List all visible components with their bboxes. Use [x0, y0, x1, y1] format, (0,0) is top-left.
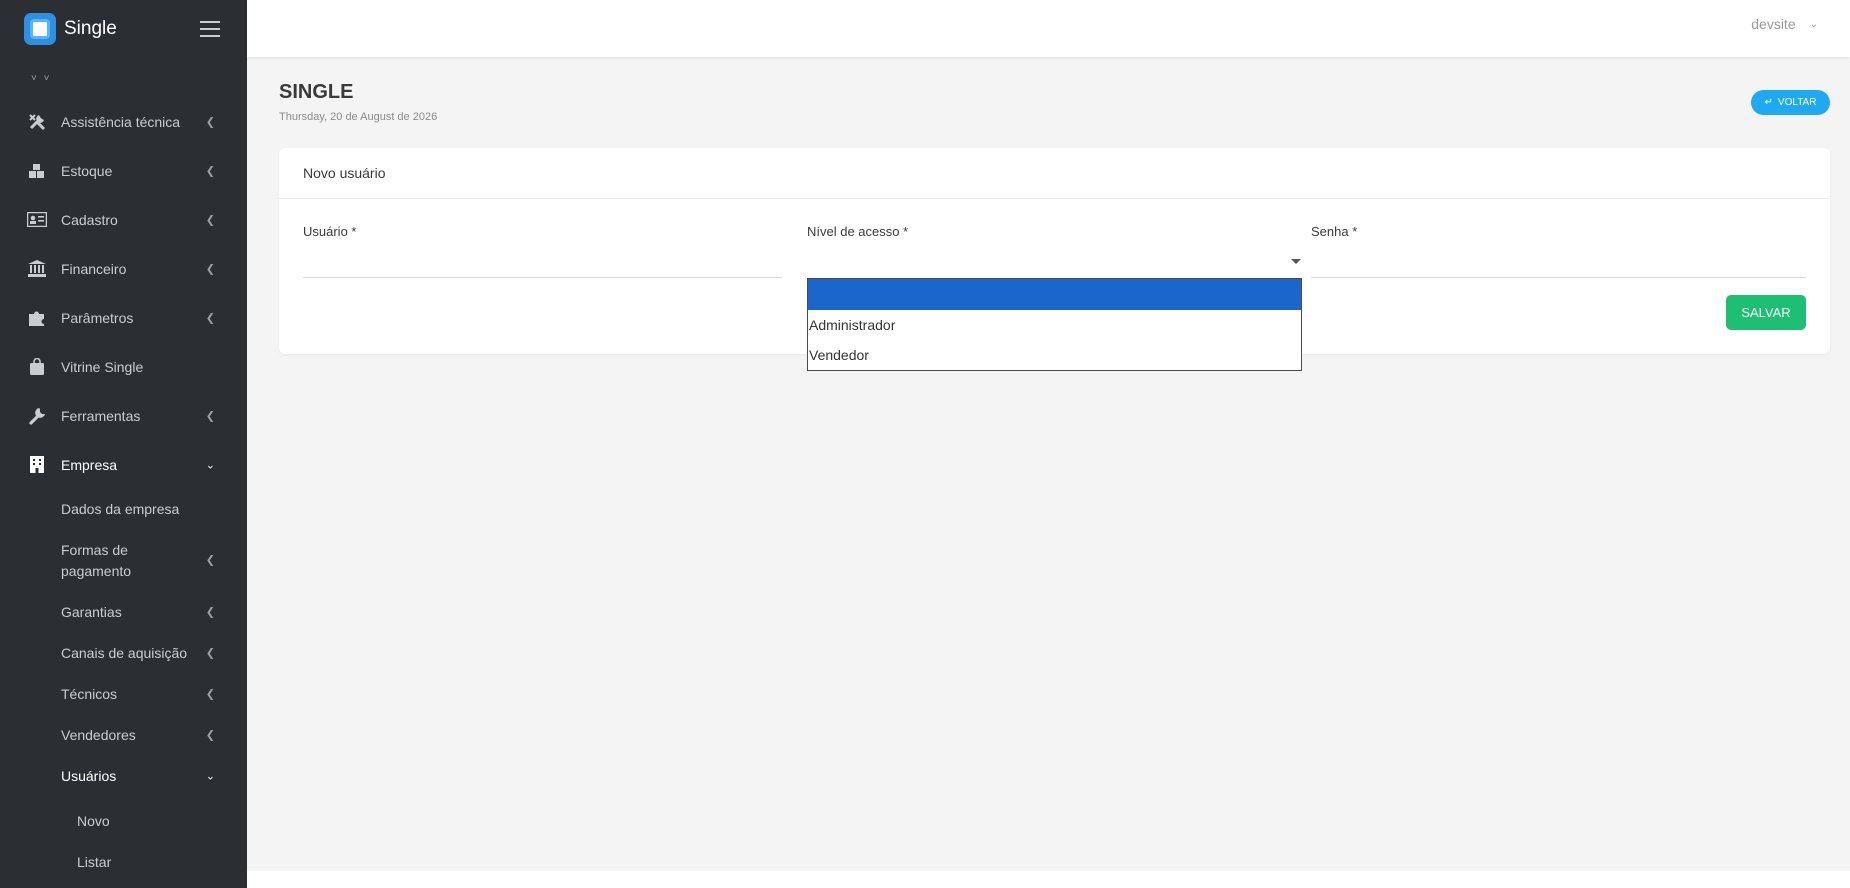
usuario-input[interactable]: [303, 244, 782, 278]
senha-input[interactable]: [1311, 244, 1806, 278]
submenu-empresa: Dados da empresa Formas de pagamento ❮ G…: [0, 489, 247, 882]
sidebar-item-dados-empresa[interactable]: Dados da empresa: [0, 489, 247, 530]
chevron-left-icon: ❮: [205, 606, 215, 618]
chevron-down-icon: ⌄: [205, 459, 215, 471]
usuario-label: Usuário *: [303, 224, 357, 239]
chevron-left-icon: ❮: [205, 554, 215, 567]
sidebar-menu: Assistência técnica ❮ Estoque ❮ Cadastro…: [0, 97, 247, 882]
sidebar-item-usuarios-novo[interactable]: Novo: [0, 800, 247, 841]
sidebar-item-label: Formas de pagamento: [61, 542, 132, 579]
senha-label: Senha *: [1311, 224, 1358, 239]
chevron-left-icon: ❮: [205, 688, 215, 700]
chevron-left-icon: ❮: [205, 116, 215, 128]
sidebar-item-label: Técnicos: [61, 686, 118, 702]
puzzle-icon: [27, 308, 47, 328]
sidebar-item-ferramentas[interactable]: Ferramentas ❮: [0, 391, 247, 440]
sidebar-item-formas-pagamento[interactable]: Formas de pagamento ❮: [0, 530, 247, 592]
sidebar-item-vitrine[interactable]: Vitrine Single: [0, 342, 247, 391]
sidebar-item-tecnicos[interactable]: Técnicos ❮: [0, 674, 247, 715]
tools-icon: [27, 112, 47, 132]
save-button[interactable]: SALVAR: [1726, 295, 1806, 330]
dropdown-option-administrador[interactable]: Administrador: [808, 310, 1301, 340]
sidebar-item-label: Vendedores: [61, 727, 136, 743]
chevron-left-icon: ❮: [205, 214, 215, 226]
sidebar-item-label: Empresa: [61, 456, 118, 473]
sidebar-item-empresa[interactable]: Empresa ⌄: [0, 440, 247, 489]
field-usuario: Usuário *: [303, 224, 782, 239]
nivel-acesso-label: Nível de acesso *: [807, 224, 909, 239]
chevron-left-icon: ❮: [205, 647, 215, 659]
footer: [247, 871, 1850, 888]
card-title: Novo usuário: [279, 148, 1830, 199]
page-date: Thursday, 20 de August de 2026: [279, 111, 438, 123]
return-arrow-icon: ↵: [1764, 97, 1773, 108]
sidebar-item-label: Ferramentas: [61, 407, 141, 424]
nivel-acesso-dropdown: Administrador Vendedor: [807, 278, 1302, 371]
sidebar-item-label: Cadastro: [61, 211, 118, 228]
caret-down-icon: [1291, 259, 1301, 264]
sidebar-item-estoque[interactable]: Estoque ❮: [0, 146, 247, 195]
nivel-acesso-select[interactable]: [807, 244, 1301, 278]
dropdown-option-empty[interactable]: [808, 279, 1301, 310]
sidebar-item-usuarios[interactable]: Usuários ⌄: [0, 756, 247, 797]
sidebar-item-label: Garantias: [61, 604, 122, 620]
back-button-label: VOLTAR: [1777, 97, 1817, 108]
hamburger-menu-icon[interactable]: [200, 21, 220, 37]
sidebar-item-parametros[interactable]: Parâmetros ❮: [0, 293, 247, 342]
topbar: devsite ⌄: [247, 0, 1850, 57]
sidebar-item-label: Assistência técnica: [61, 113, 181, 130]
shopping-bag-icon: [27, 357, 47, 377]
id-card-icon: [27, 210, 47, 230]
field-nivel-acesso: Nível de acesso *: [807, 224, 1301, 239]
back-button[interactable]: ↵ VOLTAR: [1751, 90, 1830, 115]
brand: Single: [0, 0, 247, 58]
app-name: Single: [64, 18, 117, 39]
sidebar-item-label: Canais de aquisição: [61, 645, 188, 661]
sidebar-item-financeiro[interactable]: Financeiro ❮: [0, 244, 247, 293]
sidebar-item-label: Listar: [77, 853, 112, 870]
chevron-left-icon: ❮: [205, 410, 215, 422]
sidebar-item-label: Estoque: [61, 162, 113, 179]
sidebar-item-assistencia[interactable]: Assistência técnica ❮: [0, 97, 247, 146]
sidebar-item-label: Usuários: [61, 768, 117, 784]
user-menu[interactable]: devsite ⌄: [1751, 16, 1818, 32]
chevron-down-icon: ⌄: [1809, 18, 1818, 30]
sidebar-item-usuarios-listar[interactable]: Listar: [0, 841, 247, 882]
chevron-left-icon: ❮: [205, 165, 215, 177]
sidebar-item-label: Financeiro: [61, 260, 127, 277]
field-senha: Senha *: [1311, 224, 1806, 239]
sidebar-item-label: Dados da empresa: [61, 501, 180, 517]
chevron-left-icon: ❮: [205, 729, 215, 741]
dropdown-option-vendedor[interactable]: Vendedor: [808, 340, 1301, 370]
sidebar-item-label: Vitrine Single: [61, 358, 144, 375]
chevron-left-icon: ❮: [205, 312, 215, 324]
sidebar-item-vendedores[interactable]: Vendedores ❮: [0, 715, 247, 756]
user-name: devsite: [1751, 16, 1796, 32]
sidebar-item-label: Parâmetros: [61, 309, 134, 326]
bank-icon: [27, 259, 47, 279]
sidebar-item-cadastro[interactable]: Cadastro ❮: [0, 195, 247, 244]
boxes-icon: [27, 161, 47, 181]
chevron-left-icon: ❮: [205, 263, 215, 275]
sidebar-item-label: Novo: [77, 812, 110, 829]
scroll-up-hint-icon: ˅ ˅: [31, 73, 52, 84]
chevron-down-icon: ⌄: [205, 770, 215, 782]
app-logo: [24, 13, 56, 45]
building-icon: [27, 455, 47, 475]
wrench-icon: [27, 406, 47, 426]
sidebar-item-garantias[interactable]: Garantias ❮: [0, 592, 247, 633]
sidebar-item-canais-aquisicao[interactable]: Canais de aquisição ❮: [0, 633, 247, 674]
page-title: SINGLE: [279, 81, 354, 103]
sidebar: Single ˅ ˅ Assistência técnica ❮ Estoque…: [0, 0, 247, 888]
